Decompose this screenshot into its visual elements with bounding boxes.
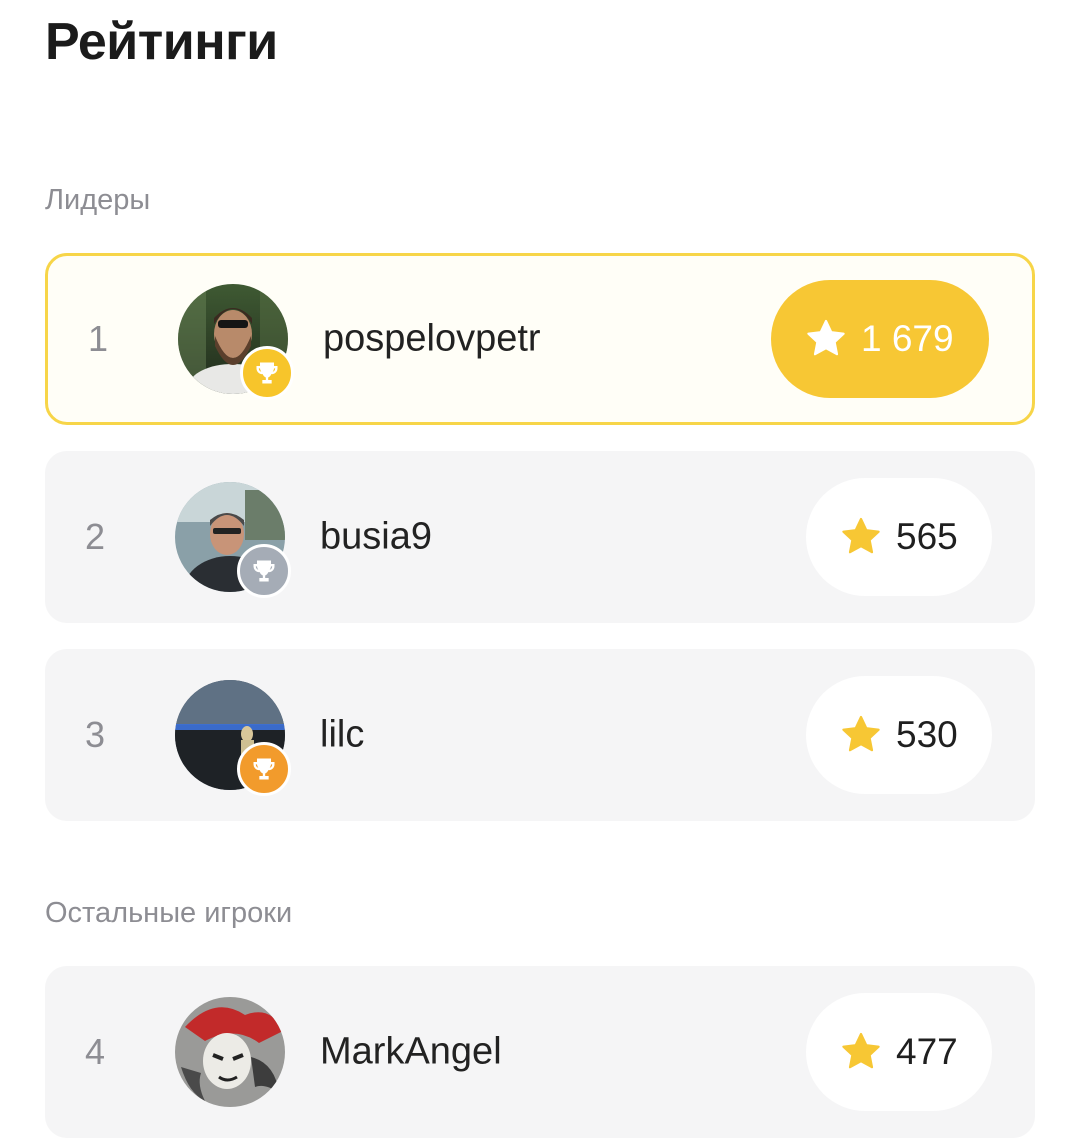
username[interactable]: lilc [320, 714, 364, 757]
rank-number: 3 [85, 714, 106, 755]
user-avatar[interactable] [175, 680, 291, 796]
gold-trophy-icon [240, 346, 294, 400]
user-avatar[interactable] [175, 997, 285, 1107]
trophy-icon [253, 758, 275, 780]
rank-number: 2 [85, 516, 106, 557]
score-value: 530 [896, 714, 958, 755]
section-title-others: Остальные игроки [45, 897, 293, 929]
silver-trophy-icon [237, 544, 291, 598]
score-badge: 1 679 [771, 280, 989, 398]
star-icon [842, 517, 880, 554]
user-avatar[interactable] [178, 284, 294, 400]
score-value: 565 [896, 516, 958, 557]
score-value: 477 [896, 1031, 958, 1072]
star-icon [807, 319, 845, 356]
username[interactable]: MarkAngel [320, 1031, 502, 1074]
avatar-image [175, 997, 285, 1107]
username[interactable]: busia9 [320, 516, 432, 559]
star-icon [842, 715, 880, 752]
leaderboard-row-1[interactable]: 1 pospelovpetr 1 679 [45, 253, 1035, 425]
score-value: 1 679 [861, 318, 954, 359]
leaderboard-row-4[interactable]: 4 MarkAngel 477 [45, 966, 1035, 1138]
leaderboard-row-3[interactable]: 3 lilc 530 [45, 649, 1035, 821]
score-badge: 530 [806, 676, 992, 794]
trophy-icon [256, 362, 278, 384]
bronze-trophy-icon [237, 742, 291, 796]
score-badge: 565 [806, 478, 992, 596]
section-title-leaders: Лидеры [45, 184, 151, 216]
score-badge: 477 [806, 993, 992, 1111]
rank-number: 1 [88, 318, 109, 359]
user-avatar[interactable] [175, 482, 291, 598]
username[interactable]: pospelovpetr [323, 318, 541, 361]
trophy-icon [253, 560, 275, 582]
leaderboard-row-2[interactable]: 2 busia9 565 [45, 451, 1035, 623]
star-icon [842, 1032, 880, 1069]
rank-number: 4 [85, 1031, 106, 1072]
page-title: Рейтинги [45, 13, 278, 71]
